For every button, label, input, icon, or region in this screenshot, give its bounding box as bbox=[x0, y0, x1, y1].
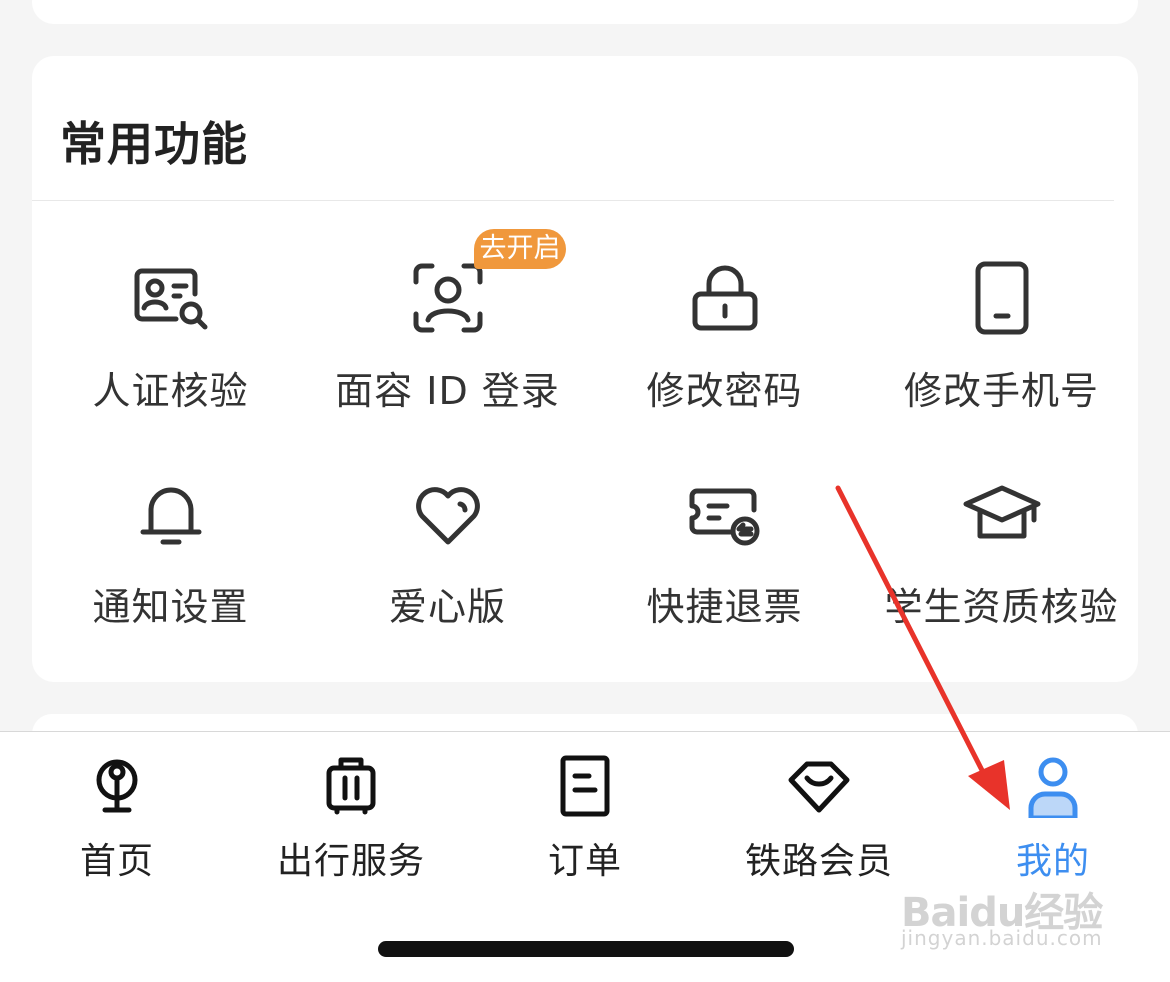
function-label: 通知设置 bbox=[92, 585, 249, 629]
tab-label: 出行服务 bbox=[276, 841, 425, 882]
function-label: 快捷退票 bbox=[646, 585, 803, 629]
function-change-password[interactable]: 修改密码 bbox=[586, 200, 863, 413]
previous-card bbox=[32, 0, 1138, 24]
section-title: 常用功能 bbox=[60, 117, 248, 171]
luggage-icon bbox=[234, 754, 468, 818]
function-change-phone[interactable]: 修改手机号 bbox=[863, 200, 1140, 413]
tab-label: 首页 bbox=[79, 841, 154, 882]
ticket-refund-icon bbox=[586, 474, 863, 554]
lock-icon bbox=[586, 258, 863, 338]
function-face-id-login[interactable]: 面容 ID 登录 bbox=[309, 200, 586, 413]
tab-railway-member[interactable]: 铁路会员 bbox=[702, 732, 936, 882]
id-card-verify-icon bbox=[32, 258, 309, 338]
baidu-watermark: Baidu经验 jingyan.baidu.com bbox=[895, 880, 1110, 955]
function-label: 爱心版 bbox=[388, 585, 506, 629]
function-label: 面容 ID 登录 bbox=[335, 369, 560, 413]
function-quick-refund[interactable]: 快捷退票 bbox=[586, 416, 863, 629]
heart-icon bbox=[309, 474, 586, 554]
graduation-cap-icon bbox=[863, 474, 1140, 554]
function-care-mode[interactable]: 爱心版 bbox=[309, 416, 586, 629]
tab-label: 订单 bbox=[547, 841, 622, 882]
watermark-url: jingyan.baidu.com bbox=[901, 926, 1103, 950]
phone-icon bbox=[863, 258, 1140, 338]
tab-travel-services[interactable]: 出行服务 bbox=[234, 732, 468, 882]
tab-home[interactable]: 首页 bbox=[0, 732, 234, 882]
function-label: 学生资质核验 bbox=[884, 585, 1119, 629]
tab-label: 我的 bbox=[1015, 841, 1090, 882]
face-id-icon bbox=[309, 258, 586, 338]
railway-logo-icon bbox=[0, 754, 234, 818]
tab-mine[interactable]: 我的 bbox=[936, 732, 1170, 882]
function-grid: 人证核验 面容 ID 登录 修改密码 修改手机号 通知设置 爱心版 快捷退票 学… bbox=[32, 200, 1138, 682]
function-notification-settings[interactable]: 通知设置 bbox=[32, 416, 309, 629]
tab-orders[interactable]: 订单 bbox=[468, 732, 702, 882]
enable-badge[interactable]: 去开启 bbox=[474, 229, 566, 269]
common-functions-card: 常用功能 人证核验 面容 ID 登录 修改密码 修改手机号 通知设置 爱心版 快… bbox=[32, 56, 1138, 682]
function-label: 人证核验 bbox=[92, 369, 249, 413]
tab-label: 铁路会员 bbox=[744, 841, 893, 882]
diamond-icon bbox=[702, 754, 936, 818]
function-student-verify[interactable]: 学生资质核验 bbox=[863, 416, 1140, 629]
home-indicator bbox=[378, 941, 794, 957]
order-icon bbox=[468, 754, 702, 818]
function-id-verify[interactable]: 人证核验 bbox=[32, 200, 309, 413]
function-label: 修改密码 bbox=[646, 369, 803, 413]
bell-icon bbox=[32, 474, 309, 554]
function-label: 修改手机号 bbox=[903, 369, 1099, 413]
user-icon bbox=[936, 754, 1170, 818]
